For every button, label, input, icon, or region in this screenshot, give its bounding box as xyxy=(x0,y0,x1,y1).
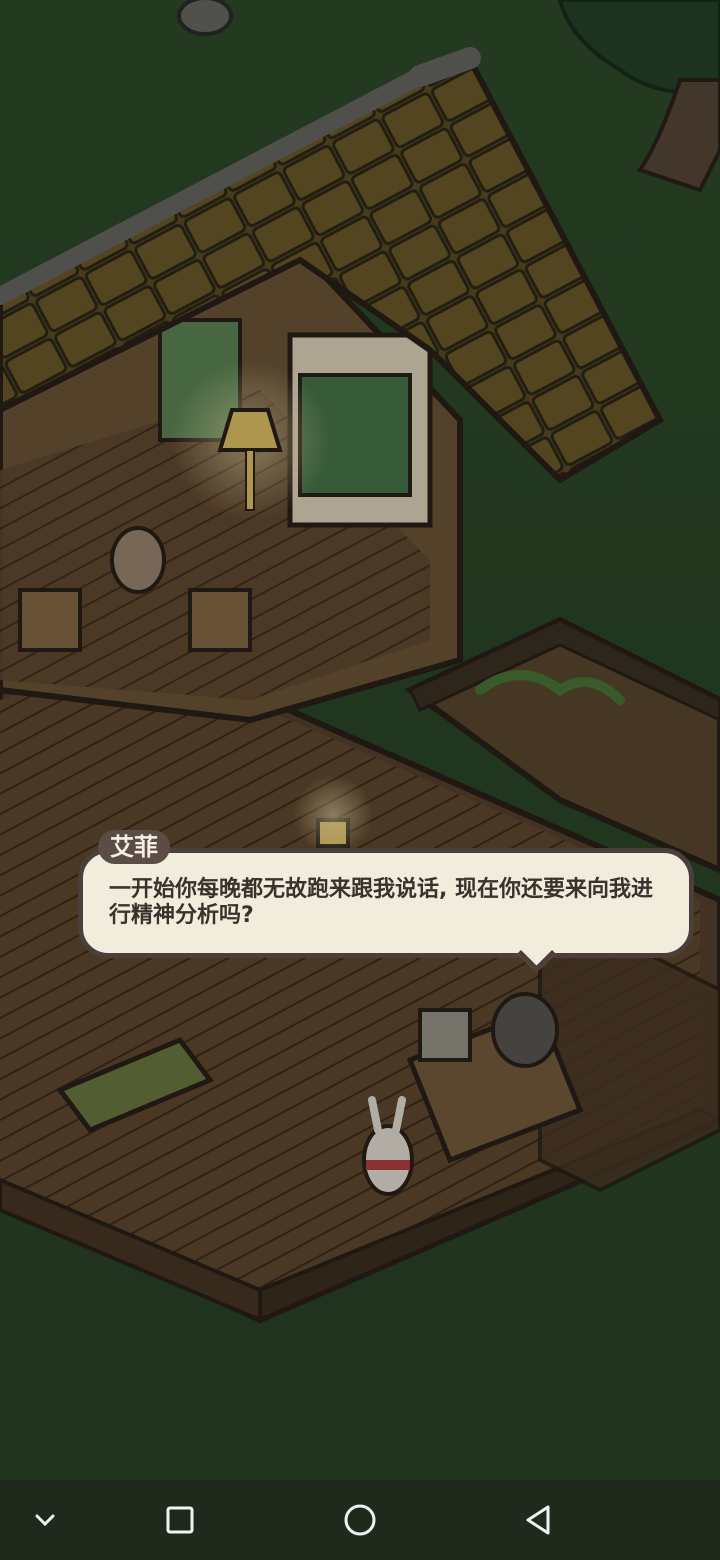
nav-home-button[interactable] xyxy=(320,1480,400,1560)
nav-collapse-button[interactable] xyxy=(5,1480,85,1560)
dialogue-text: 一开始你每晚都无故跑来跟我说话, 现在你还要来向我进行精神分析吗? xyxy=(109,877,654,928)
dialogue-bubble[interactable]: 一开始你每晚都无故跑来跟我说话, 现在你还要来向我进行精神分析吗? xyxy=(78,848,694,958)
square-icon xyxy=(166,1506,194,1534)
speaker-name-tag: 艾菲 xyxy=(98,830,170,864)
nav-recents-button[interactable] xyxy=(140,1480,220,1560)
dim-overlay xyxy=(0,0,720,1480)
game-screen[interactable]: 艾菲 一开始你每晚都无故跑来跟我说话, 现在你还要来向我进行精神分析吗? xyxy=(0,0,720,1560)
chevron-down-icon xyxy=(35,1514,55,1527)
circle-icon xyxy=(344,1504,376,1536)
game-scene[interactable] xyxy=(0,0,720,1480)
triangle-back-icon xyxy=(526,1505,550,1535)
system-navigation-bar xyxy=(0,1480,720,1560)
nav-back-button[interactable] xyxy=(498,1480,578,1560)
